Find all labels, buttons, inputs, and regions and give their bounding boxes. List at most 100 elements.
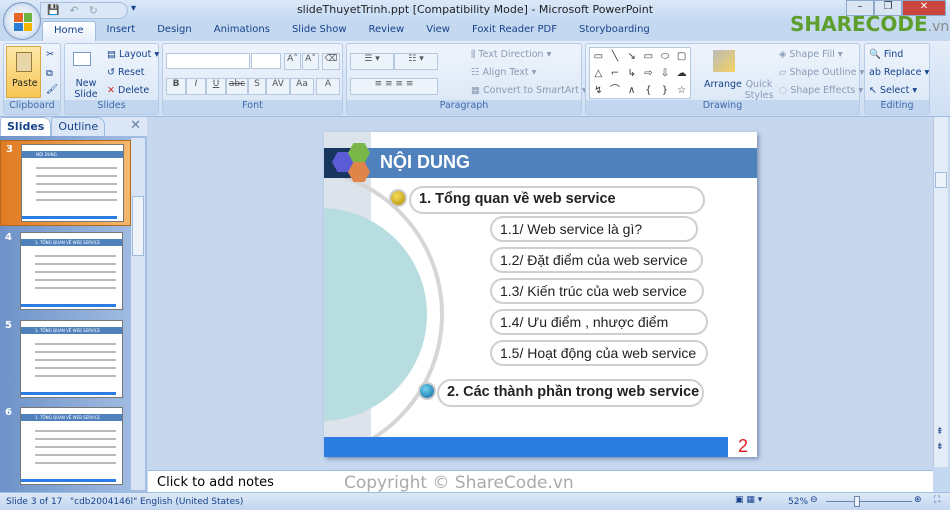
strikethrough-button[interactable]: abc <box>226 78 248 95</box>
shape-option[interactable]: ▭ <box>640 48 657 65</box>
shape-option[interactable]: ↯ <box>590 82 607 99</box>
tab-outline[interactable]: Outline <box>51 117 106 136</box>
char-spacing-button[interactable]: AV <box>266 78 290 95</box>
view-buttons[interactable]: ▣ ▦ ▾ <box>735 495 762 505</box>
clear-format-button[interactable]: ⌫ <box>322 53 340 70</box>
fit-window-icon[interactable]: ⛶ <box>934 495 940 505</box>
tab-home[interactable]: Home <box>42 21 96 41</box>
paste-button[interactable]: Paste <box>6 46 41 98</box>
shape-option[interactable]: ☁ <box>673 65 690 82</box>
layout-button[interactable]: ▤ Layout ▾ <box>107 49 159 60</box>
panel-scrollbar[interactable] <box>131 138 145 490</box>
thumbnail-title: NỘI DUNG <box>22 151 123 158</box>
select-button[interactable]: ↖ Select ▾ <box>869 85 917 96</box>
redo-icon[interactable]: ↻ <box>89 4 98 17</box>
customize-qat-icon[interactable]: ▾ <box>131 3 136 14</box>
underline-button[interactable]: U <box>206 78 226 95</box>
shape-option[interactable]: ⬭ <box>657 48 674 65</box>
cut-icon[interactable]: ✂ <box>46 49 54 60</box>
zoom-slider-thumb[interactable] <box>854 496 861 507</box>
bold-button[interactable]: B <box>166 78 186 95</box>
bullets-button[interactable]: ☰ ▾ <box>350 53 394 70</box>
slide-thumbnail[interactable]: 4 1. TỔNG QUAN VỀ WEB SERVICE <box>0 229 131 315</box>
replace-button[interactable]: ab Replace ▾ <box>869 67 929 78</box>
shape-option[interactable]: ⇨ <box>640 65 657 82</box>
align-buttons[interactable]: ≡ ≡ ≡ ≡ <box>350 78 438 95</box>
shape-option[interactable]: { <box>640 82 657 99</box>
format-painter-icon[interactable]: 🖌 <box>46 84 58 95</box>
shape-effects-button[interactable]: ◌ Shape Effects ▾ <box>779 85 863 96</box>
tab-review[interactable]: Review <box>358 21 416 41</box>
shrink-font-button[interactable]: A˅ <box>302 53 319 70</box>
slide-canvas[interactable]: NỘI DUNG 1. Tổng quan về web service 1.1… <box>324 132 757 457</box>
new-slide-button[interactable]: New Slide <box>71 78 101 100</box>
shape-option[interactable]: ╲ <box>607 48 624 65</box>
slide-thumbnail[interactable]: 5 1. TỔNG QUAN VỀ WEB SERVICE <box>0 317 131 403</box>
shape-option[interactable]: ⇩ <box>657 65 674 82</box>
tab-foxit[interactable]: Foxit Reader PDF <box>461 21 568 41</box>
find-button[interactable]: 🔍 Find <box>869 49 903 60</box>
align-text-button[interactable]: ☷ Align Text ▾ <box>471 67 536 78</box>
subitem[interactable]: 1.1/ Web service là gì? <box>490 216 698 242</box>
shape-option[interactable]: ↳ <box>623 65 640 82</box>
copy-icon[interactable]: ⧉ <box>46 68 53 79</box>
shape-option[interactable]: ∧ <box>623 82 640 99</box>
shape-option[interactable]: △ <box>590 65 607 82</box>
tab-animations[interactable]: Animations <box>203 21 281 41</box>
reset-button[interactable]: ↺ Reset <box>107 67 145 78</box>
subitem[interactable]: 1.3/ Kiến trúc của web service <box>490 278 704 304</box>
shapes-gallery[interactable]: ▭ ╲ ↘ ▭ ⬭ ▢ △ ⌐ ↳ ⇨ ⇩ ☁ ↯ ⌒ ∧{} ☆ <box>589 47 691 99</box>
convert-smartart-button[interactable]: ▦ Convert to SmartArt ▾ <box>471 85 587 96</box>
tab-design[interactable]: Design <box>146 21 203 41</box>
tab-view[interactable]: View <box>415 21 461 41</box>
editor-scrollbar[interactable]: ⇞ ⇟ <box>933 117 948 467</box>
zoom-in-icon[interactable]: ⊕ <box>914 495 922 505</box>
zoom-level[interactable]: 52% <box>788 497 808 507</box>
change-case-button[interactable]: Aa <box>290 78 314 95</box>
item-2[interactable]: 2. Các thành phần trong web service <box>437 379 704 407</box>
delete-button[interactable]: ✕ Delete <box>107 85 149 96</box>
subitem[interactable]: 1.4/ Ưu điểm , nhược điểm <box>490 309 708 335</box>
shape-option[interactable]: ⌒ <box>607 82 624 99</box>
subitem[interactable]: 1.5/ Hoạt động của web service <box>490 340 708 366</box>
next-slide-icon[interactable]: ⇟ <box>936 442 944 452</box>
numbering-button[interactable]: ☷ ▾ <box>394 53 438 70</box>
font-color-button[interactable]: A <box>316 78 340 95</box>
quick-styles-button[interactable]: Quick Styles <box>744 79 774 101</box>
shape-fill-button[interactable]: ◈ Shape Fill ▾ <box>779 49 843 60</box>
shape-option[interactable]: } <box>657 82 674 99</box>
shape-outline-button[interactable]: ▱ Shape Outline ▾ <box>779 67 864 78</box>
undo-icon[interactable]: ↶ <box>69 4 78 17</box>
grow-font-button[interactable]: A˄ <box>284 53 301 70</box>
thumbnail-line <box>35 454 116 456</box>
scroll-thumb[interactable] <box>132 196 144 256</box>
close-panel-icon[interactable]: ✕ <box>124 117 147 136</box>
shape-option[interactable]: ☆ <box>673 82 690 99</box>
save-icon[interactable]: 💾 <box>47 5 59 16</box>
font-size-select[interactable] <box>251 53 281 69</box>
tab-insert[interactable]: Insert <box>96 21 147 41</box>
subitem[interactable]: 1.2/ Đặt điểm của web service <box>490 247 703 273</box>
office-button[interactable] <box>3 2 41 40</box>
tab-storyboarding[interactable]: Storyboarding <box>568 21 661 41</box>
zoom-slider[interactable] <box>826 501 912 502</box>
language[interactable]: English (United States) <box>140 497 243 507</box>
item-1[interactable]: 1. Tổng quan về web service <box>409 186 705 214</box>
bullet-ball-blue <box>418 382 436 400</box>
shape-option[interactable]: ↘ <box>623 48 640 65</box>
text-direction-button[interactable]: ⫼ Text Direction ▾ <box>471 49 551 60</box>
zoom-out-icon[interactable]: ⊖ <box>810 495 818 505</box>
italic-button[interactable]: I <box>186 78 206 95</box>
tab-slide-show[interactable]: Slide Show <box>281 21 358 41</box>
slide-thumbnail[interactable]: 3 NỘI DUNG <box>0 140 131 226</box>
tab-slides[interactable]: Slides <box>0 117 52 136</box>
shadow-button[interactable]: S <box>248 78 266 95</box>
shape-option[interactable]: ▢ <box>673 48 690 65</box>
shape-option[interactable]: ▭ <box>590 48 607 65</box>
arrange-button[interactable]: Arrange <box>704 79 742 90</box>
slide-thumbnail[interactable]: 6 1. TỔNG QUAN VỀ WEB SERVICE <box>0 404 131 490</box>
font-family-select[interactable] <box>166 53 250 69</box>
scroll-thumb[interactable] <box>935 172 947 188</box>
shape-option[interactable]: ⌐ <box>607 65 624 82</box>
prev-slide-icon[interactable]: ⇞ <box>936 427 944 437</box>
